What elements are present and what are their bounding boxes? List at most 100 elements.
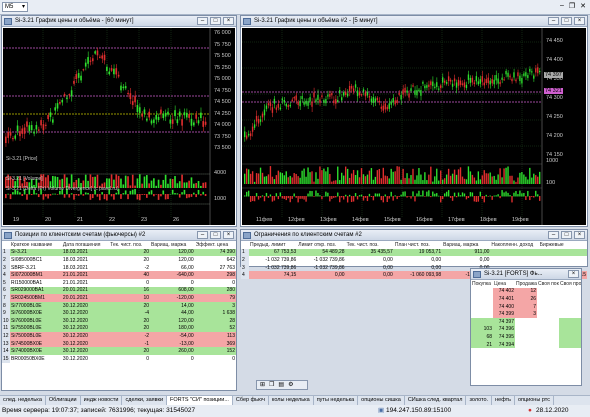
col-sell[interactable]: Продажа: [515, 280, 537, 288]
cell-price: 74 401: [493, 295, 515, 303]
workspace-tab[interactable]: сделки, заявки: [122, 396, 168, 405]
col-accum-income[interactable]: Накопленн. доход: [490, 241, 538, 249]
orderbook-row[interactable]: 74 400 7: [471, 302, 581, 311]
row-num: 9: [2, 309, 10, 317]
col-prev-limit[interactable]: Предыд. лимит: [249, 241, 297, 249]
orderbook-row[interactable]: 74 401 26: [471, 295, 581, 303]
table-row[interactable]: 13 Si74500BX0E 30.12.2020 -1 -13,00 369: [2, 339, 236, 348]
col-own-buy[interactable]: Своя покупка: [537, 280, 559, 288]
col-price[interactable]: Эффект. цена: [195, 241, 236, 249]
col-open-limit[interactable]: Лимит откр. поз.: [297, 241, 345, 249]
orderbook-row[interactable]: 68 74 395: [471, 333, 581, 341]
workspace-tab[interactable]: Облигации: [46, 396, 81, 405]
table-row[interactable]: 11 Si75500BL0E 30.12.2020 20 180,00 52: [2, 324, 236, 333]
col-margin[interactable]: Вариац. маржа: [442, 241, 490, 249]
settings-icon[interactable]: ⚙: [288, 381, 293, 389]
volume-bar: [289, 175, 291, 184]
delta-bar: [106, 194, 108, 201]
volume-bar: [136, 178, 139, 188]
col-cur-pos[interactable]: Тек. чист. поз.: [346, 241, 394, 249]
maximize-button[interactable]: □: [210, 17, 221, 25]
workspace-tab[interactable]: нефть: [492, 396, 515, 405]
table-row[interactable]: 15 BR00050BX0E 30.12.2020 0 0 0: [2, 354, 236, 363]
layout-icon[interactable]: ⊞: [260, 381, 265, 389]
delta-bar: [257, 196, 260, 200]
minimize-button[interactable]: –: [548, 17, 559, 25]
workspace-tab[interactable]: опционы ртс: [515, 396, 554, 405]
maximize-button[interactable]: □: [210, 231, 221, 239]
col-price[interactable]: Цена: [493, 280, 515, 288]
table-row[interactable]: 2 -1 032 739,86 -1 032 739,86 0,00 0,00 0,00: [241, 256, 587, 264]
title-bar[interactable]: Si-3.21 График цены и объёма #2 - [5 мин…: [241, 16, 587, 27]
close-button[interactable]: ×: [568, 270, 579, 278]
orderbook-row[interactable]: 21 74 394: [471, 340, 581, 349]
cell-sell: 7: [515, 302, 537, 311]
delta-bar: [99, 194, 101, 201]
table-row[interactable]: 9 Si76000BX0E 30.12.2020 -4 44,00 1 638: [2, 309, 236, 317]
workspace-tab[interactable]: путы неделька: [314, 396, 359, 405]
table-row[interactable]: 2 SI085000BC1 18.03.2021 20 120,00 642: [2, 256, 236, 264]
table-row[interactable]: 6 SR029000BA1 20.01.2021 16 608,00 280: [2, 286, 236, 295]
table-row[interactable]: 8 Si77000BL0E 30.12.2020 20 14,00 3: [2, 301, 236, 310]
table-row[interactable]: 10 Si76000BL0E 30.12.2020 20 120,00 28: [2, 316, 236, 325]
volume-bar: [287, 177, 289, 184]
title-bar[interactable]: Позиции по клиентским счетам (фьючерсы) …: [2, 230, 236, 241]
table-row[interactable]: 5 RI150000BA1 21.01.2021 0 0 0: [2, 278, 236, 287]
col-margin[interactable]: Вариац. маржа: [150, 241, 195, 249]
workspace-tab[interactable]: опционы сишка: [358, 396, 405, 405]
delta-bar: [513, 192, 515, 197]
table-row[interactable]: 12 Si75000BL0E 30.12.2020 -2 -54,00 113: [2, 332, 236, 340]
col-pos[interactable]: Тек. чист. поз.: [109, 241, 150, 249]
workspace-tab[interactable]: индж новости: [81, 396, 123, 405]
table-row[interactable]: 1 67 753,53 54 489,28 35 435,57 19 053,71 911…: [241, 248, 587, 257]
minimize-button[interactable]: –: [197, 17, 208, 25]
close-button[interactable]: ×: [223, 231, 234, 239]
workspace-tab[interactable]: колы неделька: [269, 396, 314, 405]
col-exchange[interactable]: Биржевые: [539, 241, 587, 249]
workspace-tab[interactable]: золото.: [466, 396, 493, 405]
title-bar[interactable]: Ограничения по клиентским счетам #2 – □ ×: [241, 230, 587, 241]
workspace-tab[interactable]: след. неделька: [0, 396, 46, 405]
limit-cell: 0,00: [431, 264, 442, 271]
print-icon[interactable]: ▤: [278, 381, 284, 389]
orderbook-row[interactable]: 74 399 3: [471, 310, 581, 318]
interval-select[interactable]: M5 ▾: [2, 2, 28, 12]
cell-date: 30.12.2020: [61, 339, 110, 348]
close-button[interactable]: ×: [223, 17, 234, 25]
maximize-button[interactable]: □: [561, 231, 572, 239]
close-button[interactable]: ×: [574, 231, 585, 239]
orderbook-row[interactable]: 103 74 396: [471, 325, 581, 334]
table-row[interactable]: 3 SBRF-3.21 18.03.2021 -2 66,00 27 763: [2, 263, 236, 272]
table-row[interactable]: 14 Si74000BX0E 30.12.2020 20 260,00 152: [2, 347, 236, 355]
cell-pos: 0: [146, 355, 150, 362]
workspace-tab[interactable]: СИшка след. квартал: [405, 396, 467, 405]
title-bar[interactable]: Si-3.21 [FORTS] Фь... ×: [471, 269, 581, 280]
title-bar[interactable]: Si-3.21 График цены и объёма - [60 минут…: [2, 16, 236, 27]
table-row[interactable]: 1 Si-3.21 18.03.2021 20 120,00 74 390: [2, 248, 236, 257]
col-name[interactable]: Краткое название: [10, 241, 62, 249]
close-icon[interactable]: ✕: [580, 2, 586, 10]
table-row[interactable]: 7 SR024500BM1 20.01.2021 10 -120,00 79: [2, 294, 236, 302]
volume-bar: [311, 171, 313, 184]
maximize-button[interactable]: □: [561, 17, 572, 25]
workspace-tab[interactable]: FORTS "СИ" позиции...: [167, 396, 233, 405]
copy-icon[interactable]: ❐: [269, 381, 274, 389]
orderbook-row[interactable]: 74 402 12: [471, 287, 581, 296]
col-date[interactable]: Дата погашения: [62, 241, 109, 249]
workspace-tab[interactable]: Сбер фьюч: [233, 396, 269, 405]
minimize-icon[interactable]: –: [560, 2, 564, 10]
table-row[interactable]: 4 SI072000BM1 21.01.2021 40 -640,00 298: [2, 271, 236, 279]
price-chart[interactable]: Si-3.21 [Price] Si-3.21 [Volume] Si-3.21…: [3, 28, 235, 225]
price-chart[interactable]: 74 450 74 400 74 350 74 300 74 250 74 200 74 1…: [242, 28, 586, 225]
col-plan-pos[interactable]: План чист. поз.: [394, 241, 442, 249]
col-own-sell[interactable]: Своя продажа: [559, 280, 581, 288]
volume-bar: [461, 176, 464, 184]
minimize-button[interactable]: –: [197, 231, 208, 239]
close-button[interactable]: ×: [574, 17, 585, 25]
delta-bar: [309, 190, 311, 197]
orderbook-row[interactable]: 74 397: [471, 317, 581, 326]
col-buy[interactable]: Покупка: [471, 280, 493, 288]
cell-date: 20.01.2021: [61, 286, 110, 295]
minimize-button[interactable]: –: [548, 231, 559, 239]
restore-icon[interactable]: ❐: [569, 2, 575, 10]
